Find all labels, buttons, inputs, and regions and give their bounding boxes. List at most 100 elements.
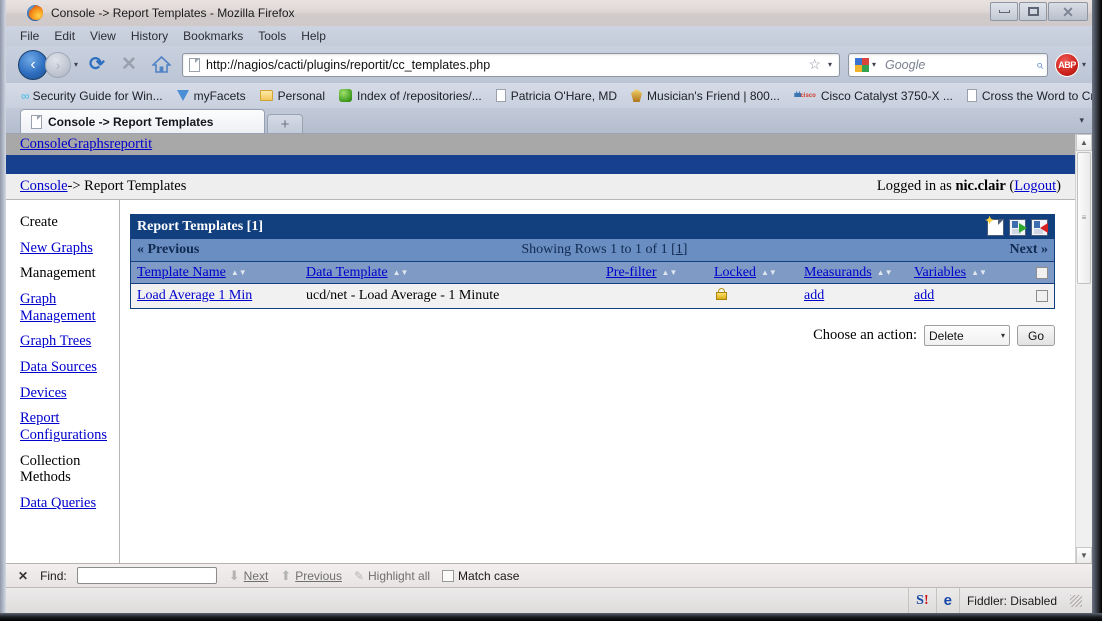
column-link[interactable]: Measurands <box>804 265 872 281</box>
page-viewport: Console Graphs reportit Console -> Report … <box>6 133 1092 564</box>
column-link[interactable]: Pre-filter <box>606 265 657 281</box>
column-link[interactable]: Variables <box>914 265 966 281</box>
status-icon-cell-1[interactable]: S! <box>908 587 935 614</box>
nav-link-console[interactable]: Console <box>20 136 68 153</box>
sort-arrows-icon[interactable]: ▲▼ <box>231 268 247 277</box>
sort-arrows-icon[interactable]: ▲▼ <box>393 268 409 277</box>
column-header-pre-filter[interactable]: Pre-filter ▲▼ <box>606 265 714 281</box>
find-previous-button[interactable]: ⬆ Previous <box>280 568 342 584</box>
previous-page-link[interactable]: « Previous <box>137 242 199 258</box>
sort-arrows-icon[interactable]: ▲▼ <box>971 268 987 277</box>
stop-icon[interactable]: ✕ <box>116 52 142 78</box>
bookmark-cisco-catalyst[interactable]: ıılıılı cisco Cisco Catalyst 3750-X ... <box>787 89 960 103</box>
status-icon-cell-2[interactable]: e <box>935 587 959 614</box>
import-icon[interactable] <box>1009 218 1027 236</box>
sidebar-item-graph-trees[interactable]: Graph Trees <box>20 333 119 350</box>
logout-link[interactable]: Logout <box>1014 178 1056 194</box>
find-next-button[interactable]: ⬇ Next <box>229 568 269 584</box>
menu-bookmarks[interactable]: Bookmarks <box>183 29 243 43</box>
select-all-checkbox[interactable] <box>1036 266 1048 279</box>
url-bar[interactable]: http://nagios/cacti/plugins/reportit/cc_… <box>182 52 840 77</box>
search-engine-dropdown-icon[interactable]: ▾ <box>872 60 876 69</box>
nav-link-reportit[interactable]: reportit <box>109 136 152 153</box>
column-header-data-template[interactable]: Data Template ▲▼ <box>306 265 606 281</box>
status-bar: S! e Fiddler: Disabled <box>6 587 1092 614</box>
chevron-down-icon[interactable]: ▾ <box>74 60 78 69</box>
add-variable-link[interactable]: add <box>914 288 934 303</box>
bookmark-musicians-friend[interactable]: Musician's Friend | 800... <box>624 89 787 103</box>
breadcrumb-link-console[interactable]: Console <box>20 178 68 195</box>
bookmark-myfacets[interactable]: myFacets <box>170 89 253 103</box>
column-link[interactable]: Locked <box>714 265 756 281</box>
sort-arrows-icon[interactable]: ▲▼ <box>761 268 777 277</box>
adblock-plus-icon[interactable]: ABP <box>1054 52 1079 77</box>
forward-button[interactable]: › <box>45 51 71 78</box>
match-case-toggle[interactable]: Match case <box>442 569 519 583</box>
menu-view[interactable]: View <box>90 29 116 43</box>
bookmark-cross-the-word[interactable]: Cross the Word to Cro... <box>960 89 1092 103</box>
scroll-down-button[interactable]: ▼ <box>1076 547 1092 564</box>
action-select[interactable]: Delete ▾ <box>924 325 1010 346</box>
close-icon[interactable]: ✕ <box>18 569 28 583</box>
scrollbar-thumb[interactable]: ≡ <box>1077 152 1091 284</box>
sidebar-item-data-queries[interactable]: Data Queries <box>20 495 119 512</box>
status-fiddler-cell[interactable]: Fiddler: Disabled <box>958 587 1064 614</box>
back-button[interactable]: ‹ <box>18 49 48 80</box>
sidebar-item-report-configurations[interactable]: Report Configurations <box>20 410 119 443</box>
column-header-locked[interactable]: Locked ▲▼ <box>714 265 804 281</box>
menu-file[interactable]: File <box>20 29 39 43</box>
find-input[interactable] <box>76 567 217 584</box>
column-header-variables[interactable]: Variables ▲▼ <box>914 265 1024 281</box>
column-link[interactable]: Template Name <box>137 265 226 281</box>
highlight-all-button[interactable]: ✎ Highlight all <box>354 569 430 583</box>
minimize-button[interactable] <box>990 2 1018 21</box>
sidebar-item-new-graphs[interactable]: New Graphs <box>20 240 119 257</box>
new-template-icon[interactable] <box>985 214 1004 236</box>
menu-help[interactable]: Help <box>301 29 326 43</box>
sort-arrows-icon[interactable]: ▲▼ <box>662 268 678 277</box>
scroll-up-button[interactable]: ▲ <box>1076 134 1092 151</box>
home-icon[interactable] <box>148 52 174 78</box>
menu-edit[interactable]: Edit <box>54 29 75 43</box>
bookmark-index-repositories[interactable]: Index of /repositories/... <box>332 89 489 103</box>
maximize-button[interactable] <box>1019 2 1047 21</box>
match-case-checkbox[interactable] <box>442 569 455 582</box>
sidebar-item-devices[interactable]: Devices <box>20 385 119 402</box>
resize-grip-icon[interactable] <box>1070 594 1082 607</box>
search-bar[interactable]: ▾ Google ⌕ <box>847 52 1048 77</box>
current-page-number[interactable]: 1 <box>676 242 683 257</box>
template-name-link[interactable]: Load Average 1 Min <box>137 288 252 303</box>
nav-link-graphs[interactable]: Graphs <box>68 136 110 153</box>
bookmark-star-icon[interactable]: ☆ <box>808 56 825 73</box>
column-header-select-all[interactable] <box>1024 266 1054 279</box>
fiddler-status: Fiddler: Disabled <box>966 593 1057 608</box>
next-page-link[interactable]: Next » <box>1010 242 1049 258</box>
column-header-measurands[interactable]: Measurands ▲▼ <box>804 265 914 281</box>
tab-console-report-templates[interactable]: Console -> Report Templates <box>20 109 265 133</box>
export-icon[interactable] <box>1031 218 1048 236</box>
menu-tools[interactable]: Tools <box>258 29 286 43</box>
tab-list-chevron-down-icon[interactable]: ▾ <box>1071 115 1092 126</box>
page-scrollbar[interactable]: ▲ ≡ ▼ <box>1075 134 1092 564</box>
add-measurand-link[interactable]: add <box>804 288 824 303</box>
sidebar-item-graph-management[interactable]: Graph Management <box>20 291 119 324</box>
row-checkbox[interactable] <box>1036 290 1048 302</box>
url-dropdown-icon[interactable]: ▾ <box>828 60 835 69</box>
close-button[interactable]: ✕ <box>1048 2 1088 21</box>
column-link[interactable]: Data Template <box>306 265 388 281</box>
new-tab-button[interactable]: + <box>267 114 303 133</box>
search-input[interactable]: Google <box>885 58 925 72</box>
go-button[interactable]: Go <box>1017 325 1055 346</box>
sort-arrows-icon[interactable]: ▲▼ <box>877 268 893 277</box>
adblock-dropdown-icon[interactable]: ▾ <box>1082 60 1086 69</box>
sidebar-item-data-sources[interactable]: Data Sources <box>20 359 119 376</box>
search-icon[interactable]: ⌕ <box>1033 57 1043 73</box>
cell-row-select[interactable] <box>1024 290 1054 302</box>
table-row[interactable]: Load Average 1 Min ucd/net - Load Averag… <box>131 284 1054 308</box>
bookmark-patricia-ohare[interactable]: Patricia O'Hare, MD <box>489 89 624 103</box>
column-header-template-name[interactable]: Template Name ▲▼ <box>131 265 306 281</box>
bookmark-security-guide[interactable]: ∞ Security Guide for Win... <box>14 89 170 103</box>
menu-history[interactable]: History <box>131 29 168 43</box>
bookmark-personal[interactable]: Personal <box>253 89 332 103</box>
reload-icon[interactable]: ⟳ <box>84 52 110 78</box>
